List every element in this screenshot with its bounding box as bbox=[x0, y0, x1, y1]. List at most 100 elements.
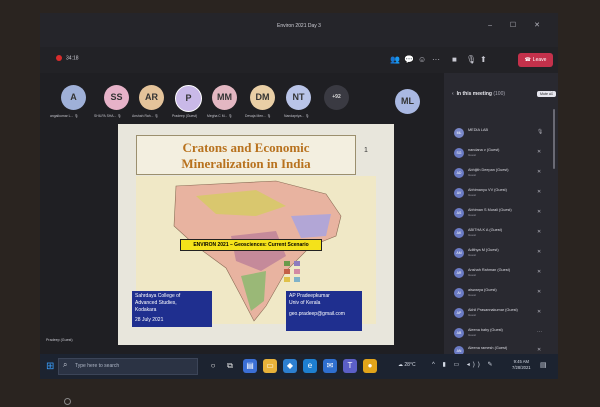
participant-name: Abhijith Deepan (Guest) bbox=[468, 168, 509, 172]
mic-off-icon[interactable]: ✕ bbox=[537, 209, 541, 215]
close-icon[interactable]: ✕ bbox=[549, 90, 554, 97]
monitor-screen: Environ 2021 Day 3 – ☐ ✕ 34:18 👥 💬 ☺ ···… bbox=[40, 13, 558, 379]
participant-avatar[interactable]: DM bbox=[250, 85, 275, 110]
participant-name: aiswarya (Guest) bbox=[468, 288, 497, 292]
mic-off-icon[interactable]: ✕ bbox=[537, 229, 541, 235]
edge-icon[interactable]: e bbox=[303, 359, 317, 373]
participant-avatar: AP bbox=[454, 308, 464, 318]
windows-start-icon[interactable]: ⊞ bbox=[46, 361, 54, 372]
list-item[interactable]: ML MEDIA LAB 🎙 bbox=[454, 125, 558, 143]
system-tray-icons[interactable]: ^ ▮ ▭ ◂)) ✎ bbox=[432, 361, 496, 368]
leave-button[interactable]: ☎ Leave bbox=[518, 53, 553, 67]
participant-name: ABITHA K A (Guest) bbox=[468, 228, 502, 232]
window-title: Environ 2021 Day 3 bbox=[277, 23, 321, 29]
list-item[interactable]: AK ABITHA K A (Guest) Guest ✕ bbox=[454, 225, 558, 243]
mail-icon[interactable]: ✉ bbox=[323, 359, 337, 373]
mic-off-icon[interactable]: ✕ bbox=[537, 169, 541, 175]
participant-name: Anshah Rahman (Guest) bbox=[468, 268, 510, 272]
participant-name: Nandapriya... 🎙 bbox=[284, 114, 310, 118]
list-item[interactable]: AP Akhil Prasannakumar (Guest) Guest ✕ bbox=[454, 305, 558, 323]
list-item[interactable]: AD Abhijith Deepan (Guest) Guest ✕ bbox=[454, 165, 558, 183]
slide-banner: ENVIRON 2021 – Geosciences: Current Scen… bbox=[180, 239, 322, 251]
file-explorer-icon[interactable]: ▤ bbox=[243, 359, 257, 373]
info-line: geo.pradeep@gmail.com bbox=[289, 311, 345, 317]
search-icon: ⌕ bbox=[63, 360, 68, 369]
meeting-toolbar: 34:18 👥 💬 ☺ ··· ■ 🎙 ⬆ ☎ Leave bbox=[40, 47, 558, 73]
reactions-icon[interactable]: ☺ bbox=[418, 52, 426, 68]
participant-name: MEDIA LAB bbox=[468, 128, 489, 132]
list-item[interactable]: AB Aleena baby (Guest) Guest ··· bbox=[454, 325, 558, 343]
camera-icon[interactable]: ■ bbox=[452, 52, 457, 68]
teams-icon[interactable]: T bbox=[343, 359, 357, 373]
recording-time: 34:18 bbox=[66, 55, 79, 62]
mic-off-icon[interactable]: ✕ bbox=[537, 289, 541, 295]
info-line: AP Pradeepkumar bbox=[289, 293, 330, 299]
temperature: 28°C bbox=[404, 362, 416, 368]
mic-off-icon[interactable]: ✕ bbox=[537, 309, 541, 315]
mic-icon[interactable]: 🎙 bbox=[466, 52, 476, 68]
recording-indicator: 34:18 bbox=[56, 55, 79, 61]
taskbar-search-input[interactable]: ⌕ Type here to search bbox=[58, 358, 198, 375]
participant-name: Abhimanyu VV (Guest) bbox=[468, 188, 507, 192]
monitor-webcam bbox=[64, 398, 71, 405]
window-controls[interactable]: – ☐ ✕ bbox=[488, 21, 548, 29]
list-item[interactable]: SG nandana v (Guest) Guest ✕ bbox=[454, 145, 558, 163]
participant-name: Aleena baby (Guest) bbox=[468, 328, 503, 332]
participant-avatar[interactable]: NT bbox=[286, 85, 311, 110]
overflow-count[interactable]: +92 bbox=[324, 85, 349, 110]
mic-off-icon[interactable]: ✕ bbox=[537, 149, 541, 155]
chrome-icon[interactable]: ● bbox=[363, 359, 377, 373]
toolbar-icons: 👥 💬 ☺ ··· ■ 🎙 ⬆ bbox=[390, 52, 488, 68]
list-item[interactable]: AM Adithya M (Guest) Guest ✕ bbox=[454, 245, 558, 263]
title-bar: Environ 2021 Day 3 – ☐ ✕ bbox=[40, 13, 558, 47]
participant-role: Guest bbox=[468, 273, 477, 277]
participant-avatar[interactable]: MM bbox=[212, 85, 237, 110]
task-view-icon[interactable]: ⧉ bbox=[223, 359, 237, 373]
presenter-label: Pradeep (Guest) bbox=[46, 338, 73, 342]
more-icon[interactable]: ··· bbox=[432, 52, 440, 68]
participant-avatar[interactable]: A bbox=[61, 85, 86, 110]
mic-off-icon[interactable]: ✕ bbox=[537, 189, 541, 195]
mic-off-icon[interactable]: ✕ bbox=[537, 249, 541, 255]
cortana-icon[interactable]: ○ bbox=[206, 359, 220, 373]
shared-slide: Cratons and Economic Mineralization in I… bbox=[118, 124, 394, 345]
weather-widget[interactable]: ☁ 28°C bbox=[398, 362, 416, 368]
participant-role: Guest bbox=[468, 253, 477, 257]
notification-icon[interactable]: ▤ bbox=[540, 361, 547, 369]
people-icon[interactable]: 👥 bbox=[390, 52, 400, 68]
participant-avatar: AS bbox=[454, 208, 464, 218]
list-item[interactable]: AV Abhimanyu VV (Guest) Guest ✕ bbox=[454, 185, 558, 203]
legend-swatch bbox=[284, 277, 290, 282]
participant-avatar[interactable]: AR bbox=[139, 85, 164, 110]
participants-panel: ‹ In this meeting (100) Mute all ✕ ML MED… bbox=[444, 73, 558, 356]
info-line: 28 July 2021 bbox=[135, 317, 164, 323]
chat-icon[interactable]: 💬 bbox=[404, 52, 414, 68]
mic-icon[interactable]: 🎙 bbox=[537, 129, 543, 135]
info-line: Advanced Studies, bbox=[135, 300, 177, 306]
leave-label: Leave bbox=[532, 57, 547, 63]
clock[interactable]: 9:45 AM 7/28/2021 bbox=[512, 359, 531, 371]
panel-header: ‹ In this meeting (100) bbox=[452, 91, 505, 97]
list-item[interactable]: AR Anshah Rahman (Guest) Guest ✕ bbox=[454, 265, 558, 283]
participant-avatar: AD bbox=[454, 168, 464, 178]
participant-avatar[interactable]: SS bbox=[104, 85, 129, 110]
participant-name: SHILPA SHA... 🎙 bbox=[94, 114, 122, 118]
store-icon[interactable]: ◆ bbox=[283, 359, 297, 373]
mic-off-icon[interactable]: ✕ bbox=[537, 347, 541, 353]
participant-avatar[interactable]: P bbox=[175, 85, 202, 112]
folder-icon[interactable]: ▭ bbox=[263, 359, 277, 373]
share-icon[interactable]: ⬆ bbox=[480, 52, 487, 68]
chevron-left-icon[interactable]: ‹ bbox=[452, 91, 454, 97]
phone-icon: ☎ bbox=[524, 57, 531, 63]
participant-role: Guest bbox=[468, 153, 477, 157]
list-item[interactable]: AS Abhiman S Murali (Guest) Guest ✕ bbox=[454, 205, 558, 223]
info-line: Sahrdaya College of bbox=[135, 293, 181, 299]
cloud-icon: ☁ bbox=[398, 362, 403, 368]
college-info-box: Sahrdaya College of Advanced Studies, Ko… bbox=[132, 291, 212, 327]
search-placeholder: Type here to search bbox=[75, 363, 120, 369]
participant-role: Guest bbox=[468, 233, 477, 237]
more-icon[interactable]: ··· bbox=[537, 329, 542, 335]
mic-off-icon[interactable]: ✕ bbox=[537, 269, 541, 275]
list-item[interactable]: AI aiswarya (Guest) Guest ✕ bbox=[454, 285, 558, 303]
participant-avatar[interactable]: ML bbox=[395, 89, 420, 114]
